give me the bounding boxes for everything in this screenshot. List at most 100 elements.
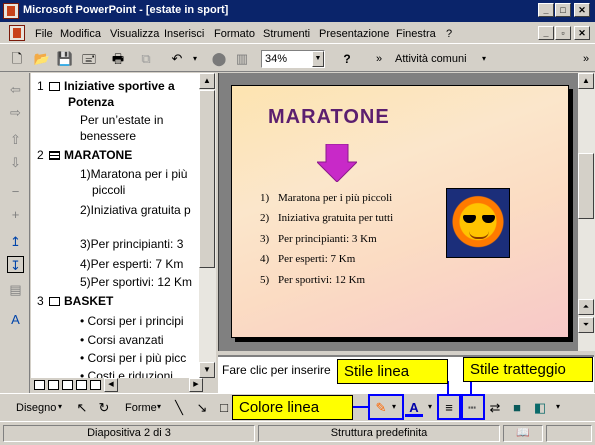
doc-restore-icon[interactable]: ▫ xyxy=(555,26,571,40)
draw-dropdown-icon[interactable]: ▾ xyxy=(58,402,62,411)
line-tool-icon[interactable]: ╲ xyxy=(170,399,188,417)
scroll-down-icon[interactable]: ▼ xyxy=(199,362,215,378)
outline-item[interactable]: Corsi per i principi xyxy=(88,314,184,328)
email-icon[interactable]: 🖃 xyxy=(80,50,98,68)
demote-icon[interactable]: ⇨ xyxy=(7,104,24,121)
help-icon[interactable]: ? xyxy=(338,50,356,68)
copy-icon[interactable]: ⧉ xyxy=(137,50,155,68)
expand-all-icon[interactable]: ↧ xyxy=(7,256,24,273)
outline-title-1b[interactable]: Potenza xyxy=(68,95,114,109)
new-icon[interactable]: 🗋 xyxy=(8,50,26,68)
document-icon[interactable] xyxy=(9,25,25,41)
maximize-icon[interactable]: □ xyxy=(555,3,571,17)
previous-slide-icon[interactable]: ⏶ xyxy=(578,299,594,315)
outline-item[interactable]: 2)Iniziativa gratuita p xyxy=(80,203,191,217)
normal-view-icon[interactable] xyxy=(34,380,45,390)
outline-title-1a[interactable]: Iniziative sportive a xyxy=(64,79,175,93)
menu-help[interactable]: ? xyxy=(446,28,452,40)
slide-view-icon[interactable] xyxy=(62,380,73,390)
menu-modifica[interactable]: Modifica xyxy=(60,28,101,40)
outline-text-1a[interactable]: Per un’estate in xyxy=(80,113,163,127)
spelling-status-icon[interactable]: 📖 xyxy=(503,425,543,442)
select-pointer-icon[interactable]: ↖ xyxy=(73,399,91,417)
doc-minimize-icon[interactable]: _ xyxy=(538,26,554,40)
outline-item[interactable]: 1)Maratona per i più xyxy=(80,167,187,181)
slide-list-item[interactable]: 1) Maratona per i più piccoli xyxy=(260,192,392,204)
zoom-dropdown-icon[interactable]: ▼ xyxy=(312,51,324,67)
slide-scrollbar[interactable]: ▲ ⏶ ⏷ xyxy=(578,73,595,351)
slide-list-item[interactable]: 3) Per principianti: 3 Km xyxy=(260,233,377,245)
expand-icon[interactable]: + xyxy=(7,206,24,223)
autoshapes-dropdown-icon[interactable]: ▾ xyxy=(157,402,161,411)
outline-item[interactable]: 3)Per principianti: 3 xyxy=(80,237,183,251)
undo-icon[interactable]: ↶ xyxy=(168,50,186,68)
scroll-left-icon[interactable]: ◀ xyxy=(104,378,118,392)
font-color-dropdown-icon[interactable]: ▾ xyxy=(428,402,432,411)
doc-close-icon[interactable]: ✕ xyxy=(574,26,590,40)
powerpoint-app-icon[interactable] xyxy=(3,3,19,19)
undo-dropdown-icon[interactable]: ▾ xyxy=(186,50,204,68)
outline-item[interactable]: 4)Per esperti: 7 Km xyxy=(80,257,183,271)
collapse-all-icon[interactable]: ↥ xyxy=(7,233,24,250)
slide-list-item[interactable]: 5) Per sportivi: 12 Km xyxy=(260,274,365,286)
outline-text-1b[interactable]: benessere xyxy=(80,129,136,143)
print-icon[interactable]: 🖶 xyxy=(109,50,127,68)
next-slide-icon[interactable]: ⏷ xyxy=(578,317,594,333)
outline-pane[interactable]: 1 Iniziative sportive a Potenza Per un’e… xyxy=(31,73,199,378)
move-down-icon[interactable]: ⇩ xyxy=(7,154,24,171)
sorter-view-icon[interactable] xyxy=(76,380,87,390)
chart-icon[interactable]: ▥ xyxy=(233,50,251,68)
scroll-thumb[interactable] xyxy=(199,90,215,268)
arrow-tool-icon[interactable]: ↘ xyxy=(193,399,211,417)
slide-list-item[interactable]: 4) Per esperti: 7 Km xyxy=(260,253,355,265)
minimize-icon[interactable]: _ xyxy=(538,3,554,17)
activity-button[interactable]: Attività comuni xyxy=(395,50,485,68)
close-icon[interactable]: ✕ xyxy=(574,3,590,17)
toolbar-overflow-icon[interactable]: » xyxy=(577,50,595,68)
scroll-thumb[interactable] xyxy=(578,153,594,219)
scroll-up-icon[interactable]: ▲ xyxy=(199,73,215,89)
toolbar-more-icon[interactable]: » xyxy=(370,50,388,68)
save-icon[interactable]: 💾 xyxy=(56,50,74,68)
down-arrow-icon[interactable] xyxy=(317,144,357,182)
autoshapes-button[interactable]: Forme xyxy=(125,402,157,414)
slide-list-item[interactable]: 2) Iniziativa gratuita per tutti xyxy=(260,212,393,224)
slide-icon[interactable] xyxy=(49,151,60,160)
drawing-overflow-icon[interactable]: ▾ xyxy=(556,402,560,411)
summary-slide-icon[interactable]: ▤ xyxy=(7,281,24,298)
color-icon[interactable]: ⬤ xyxy=(210,50,228,68)
rotate-icon[interactable]: ↻ xyxy=(95,399,113,417)
shadow-icon[interactable]: ■ xyxy=(508,399,526,417)
3d-icon[interactable]: ◧ xyxy=(531,399,549,417)
outline-scrollbar[interactable]: ▲ ▼ xyxy=(199,73,216,378)
outline-view-icon[interactable] xyxy=(48,380,59,390)
menu-file[interactable]: File xyxy=(35,28,53,40)
arrow-style-icon[interactable]: ⇄ xyxy=(486,399,504,417)
scroll-up-icon[interactable]: ▲ xyxy=(578,73,594,89)
collapse-icon[interactable]: − xyxy=(7,183,24,200)
rectangle-tool-icon[interactable]: □ xyxy=(215,399,233,417)
outline-item[interactable]: 5)Per sportivi: 12 Km xyxy=(80,275,192,289)
show-formatting-icon[interactable]: A xyxy=(7,311,24,328)
slideshow-view-icon[interactable] xyxy=(90,380,101,390)
outline-item[interactable]: Corsi avanzati xyxy=(88,333,164,347)
draw-menu-button[interactable]: Disegno xyxy=(16,402,56,414)
promote-icon[interactable]: ⇦ xyxy=(7,81,24,98)
slide-icon[interactable] xyxy=(49,82,60,91)
slide-icon[interactable] xyxy=(49,297,60,306)
outline-item[interactable]: Costi e riduzioni xyxy=(88,369,173,378)
font-color-icon[interactable]: A xyxy=(405,399,423,417)
notes-placeholder[interactable]: Fare clic per inserire xyxy=(222,363,331,377)
outline-title-3[interactable]: BASKET xyxy=(64,294,113,308)
outline-item[interactable]: piccoli xyxy=(92,183,125,197)
menu-inserisci[interactable]: Inserisci xyxy=(164,28,204,40)
sun-clipart-icon[interactable] xyxy=(446,188,510,258)
menu-finestra[interactable]: Finestra xyxy=(396,28,436,40)
menu-strumenti[interactable]: Strumenti xyxy=(263,28,310,40)
outline-title-2[interactable]: MARATONE xyxy=(64,148,132,162)
open-icon[interactable]: 📂 xyxy=(33,50,51,68)
menu-formato[interactable]: Formato xyxy=(214,28,255,40)
slide-title[interactable]: MARATONE xyxy=(268,106,390,129)
menu-visualizza[interactable]: Visualizza xyxy=(110,28,159,40)
menu-presentazione[interactable]: Presentazione xyxy=(319,28,389,40)
